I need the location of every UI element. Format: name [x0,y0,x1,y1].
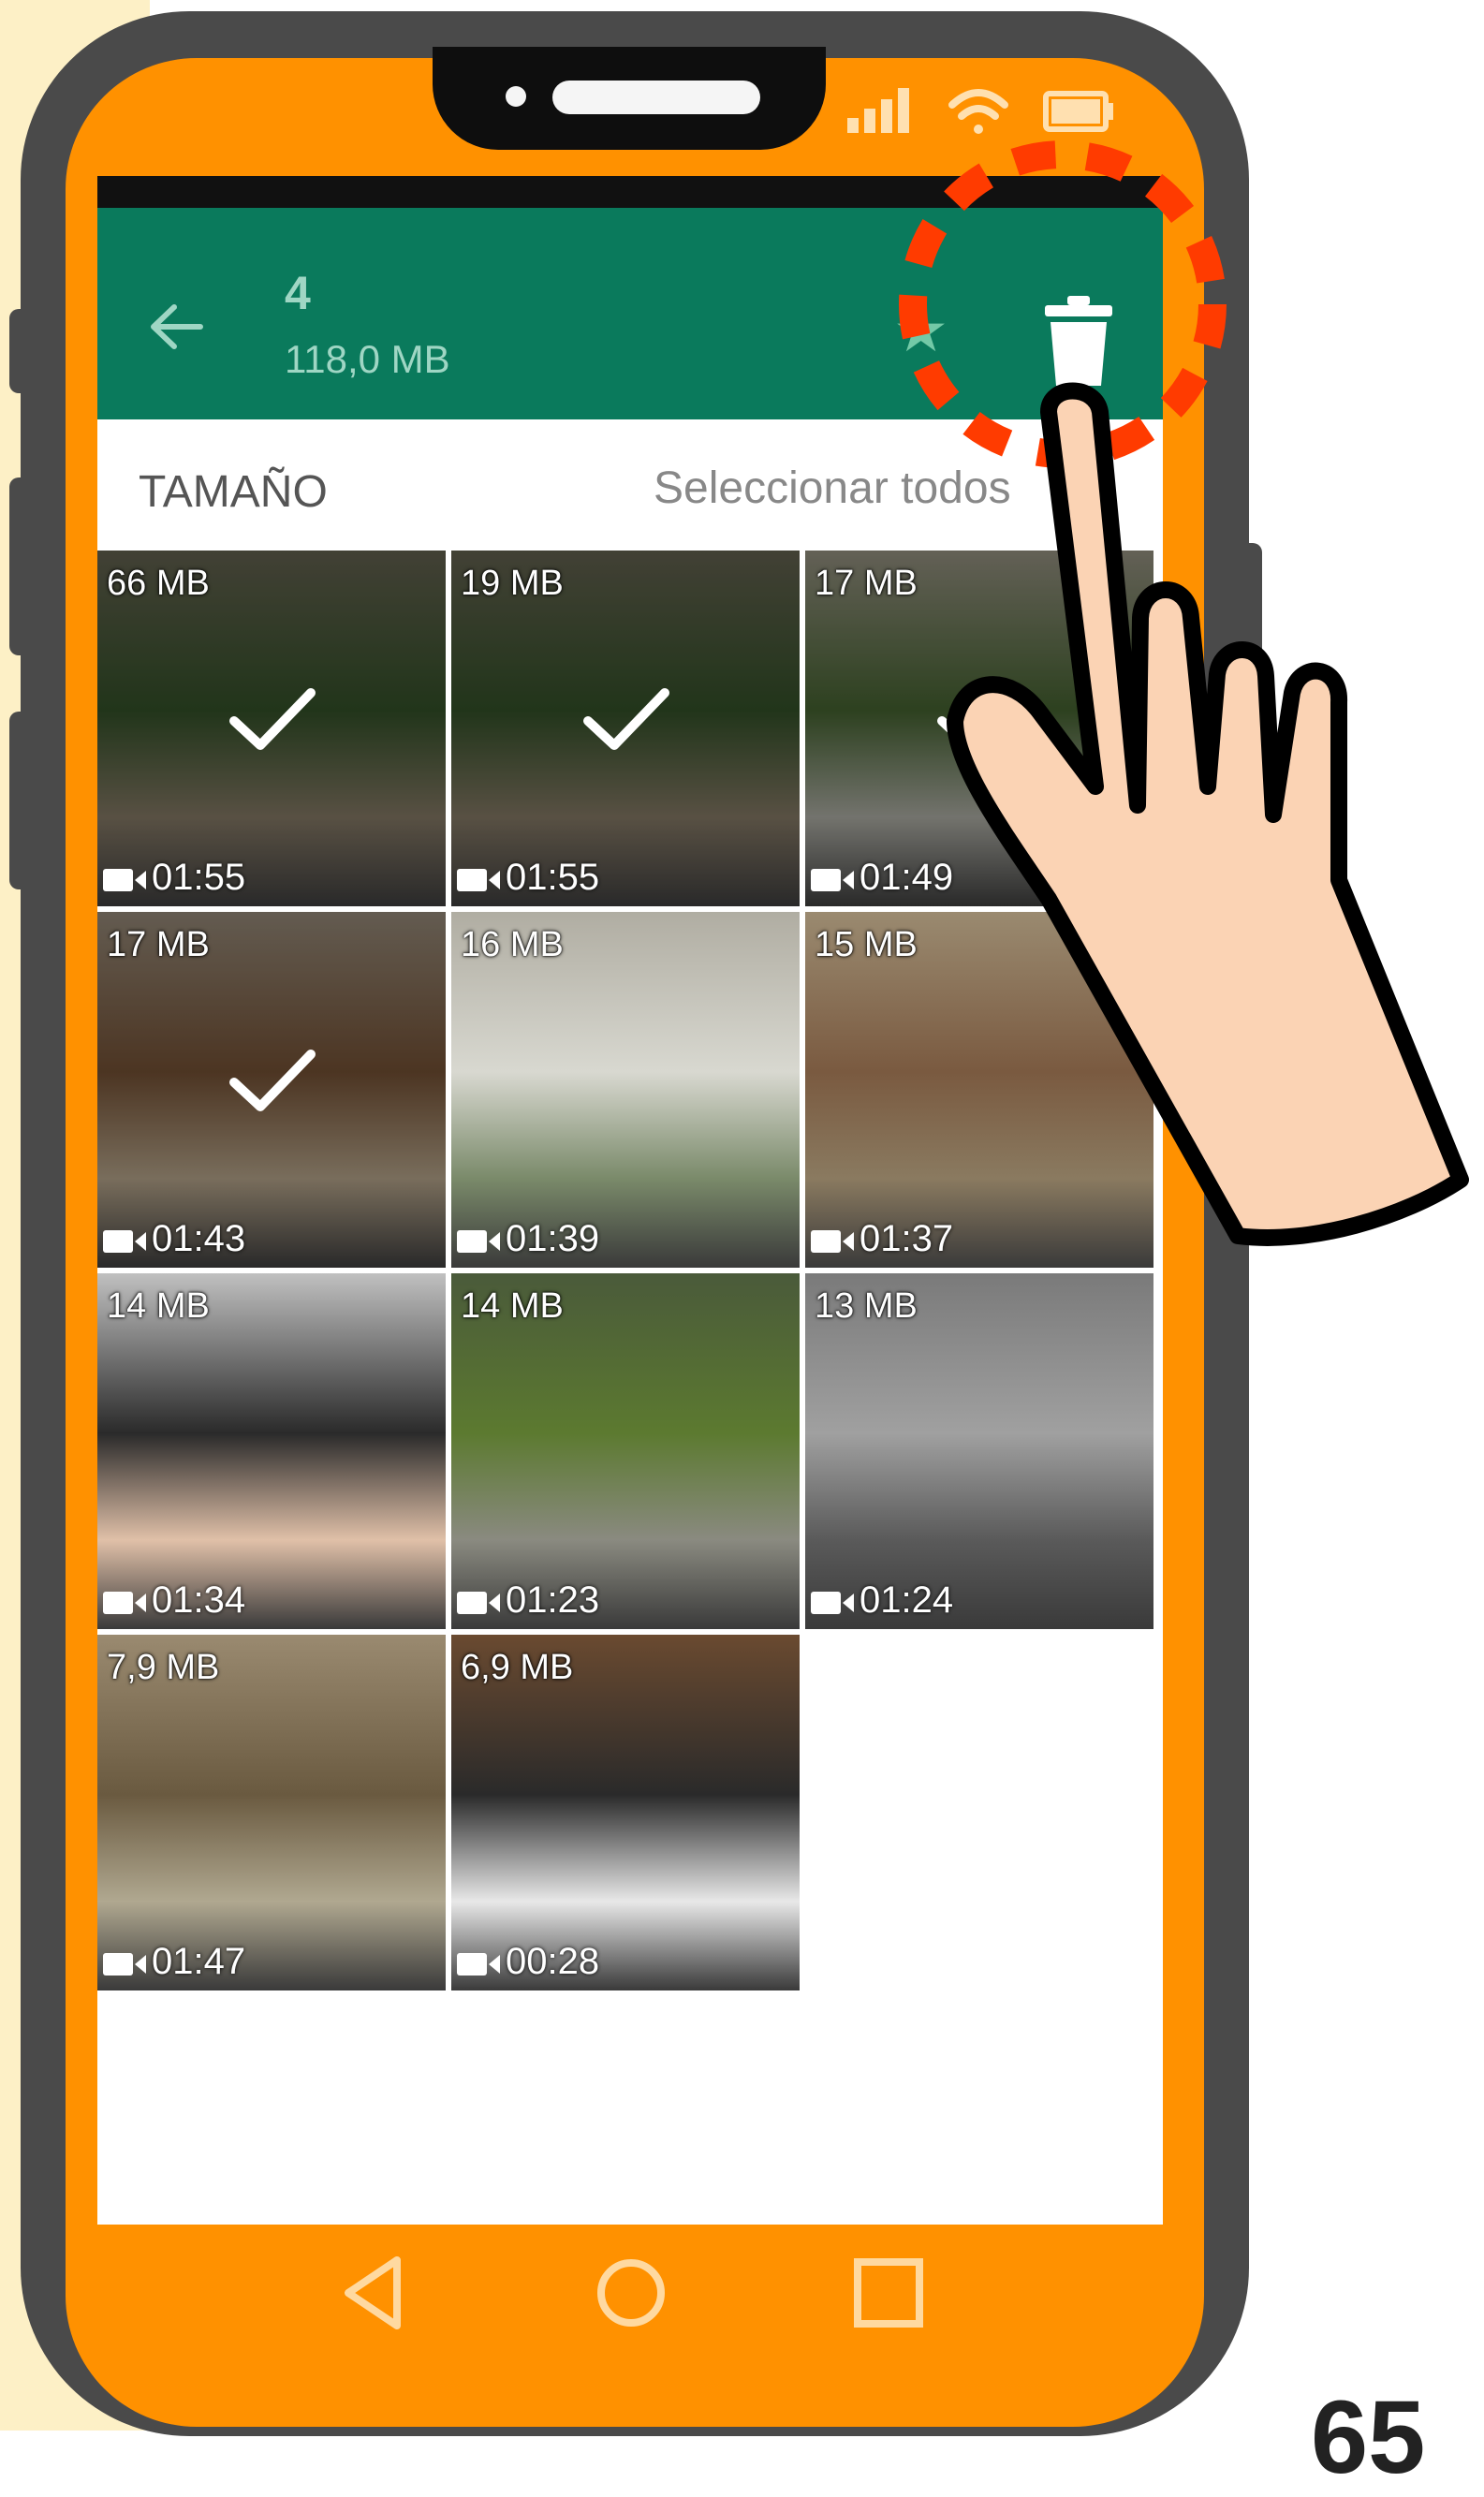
video-camera-icon [103,1590,148,1616]
signal-icon [847,88,909,133]
video-duration: 01:23 [506,1579,600,1621]
check-icon [225,1043,318,1118]
video-camera-icon [103,1951,148,1977]
video-size: 13 MB [815,1286,918,1326]
thumbnail-image [805,1273,1153,1629]
video-thumbnail[interactable]: 14 MB 01:34 [97,1273,446,1629]
video-size: 15 MB [815,925,918,964]
video-duration: 01:43 [152,1218,246,1259]
video-camera-icon [457,1590,502,1616]
video-duration: 01:39 [506,1218,600,1259]
back-triangle-icon[interactable] [331,2251,416,2335]
speaker-grille [552,81,760,114]
video-size: 17 MB [815,564,918,603]
video-camera-icon [103,1228,148,1255]
video-thumbnail[interactable]: 16 MB 01:39 [451,912,800,1268]
video-thumbnail[interactable]: 14 MB 01:23 [451,1273,800,1629]
video-camera-icon [811,1228,856,1255]
video-camera-icon [457,1228,502,1255]
video-size: 6,9 MB [461,1648,574,1687]
video-size: 17 MB [107,925,210,964]
video-duration: 00:28 [506,1941,600,1982]
video-thumbnail[interactable]: 17 MB 01:43 [97,912,446,1268]
video-thumbnail[interactable]: 7,9 MB 01:47 [97,1635,446,1990]
check-icon [579,682,672,756]
video-size: 7,9 MB [107,1648,220,1687]
video-camera-icon [811,1590,856,1616]
video-duration: 01:24 [860,1579,954,1621]
sort-label[interactable]: TAMAÑO [139,466,328,518]
selected-count: 4 [285,267,311,319]
thumbnail-image [451,912,800,1268]
thumbnail-image [97,1635,446,1990]
navigation-bar [97,2225,1163,2356]
video-duration: 01:47 [152,1941,246,1982]
video-thumbnail[interactable]: 6,9 MB 00:28 [451,1635,800,1990]
video-thumbnail[interactable]: 19 MB 01:55 [451,551,800,906]
front-camera [506,86,526,107]
video-size: 19 MB [461,564,564,603]
video-size: 16 MB [461,925,564,964]
video-camera-icon [811,867,856,893]
video-camera-icon [103,867,148,893]
thumbnail-image [451,1273,800,1629]
video-duration: 01:55 [506,857,600,898]
video-size: 14 MB [107,1286,210,1326]
battery-icon [1043,91,1113,132]
video-thumbnail[interactable]: 66 MB 01:55 [97,551,446,906]
phone-notch [433,47,826,150]
video-camera-icon [457,867,502,893]
video-camera-icon [457,1951,502,1977]
thumbnail-image [97,1273,446,1629]
pointing-hand-icon [936,375,1484,1264]
video-duration: 01:34 [152,1579,246,1621]
recents-square-icon[interactable] [846,2251,931,2335]
video-size: 14 MB [461,1286,564,1326]
home-circle-icon[interactable] [589,2251,673,2335]
video-size: 66 MB [107,564,210,603]
check-icon [225,682,318,756]
video-thumbnail[interactable]: 13 MB 01:24 [805,1273,1153,1629]
back-arrow-icon[interactable] [144,294,210,360]
page-number: 65 [1311,2380,1426,2495]
wifi-icon [948,89,1008,134]
selected-size: 118,0 MB [285,337,450,381]
video-duration: 01:55 [152,857,246,898]
thumbnail-image [451,1635,800,1990]
